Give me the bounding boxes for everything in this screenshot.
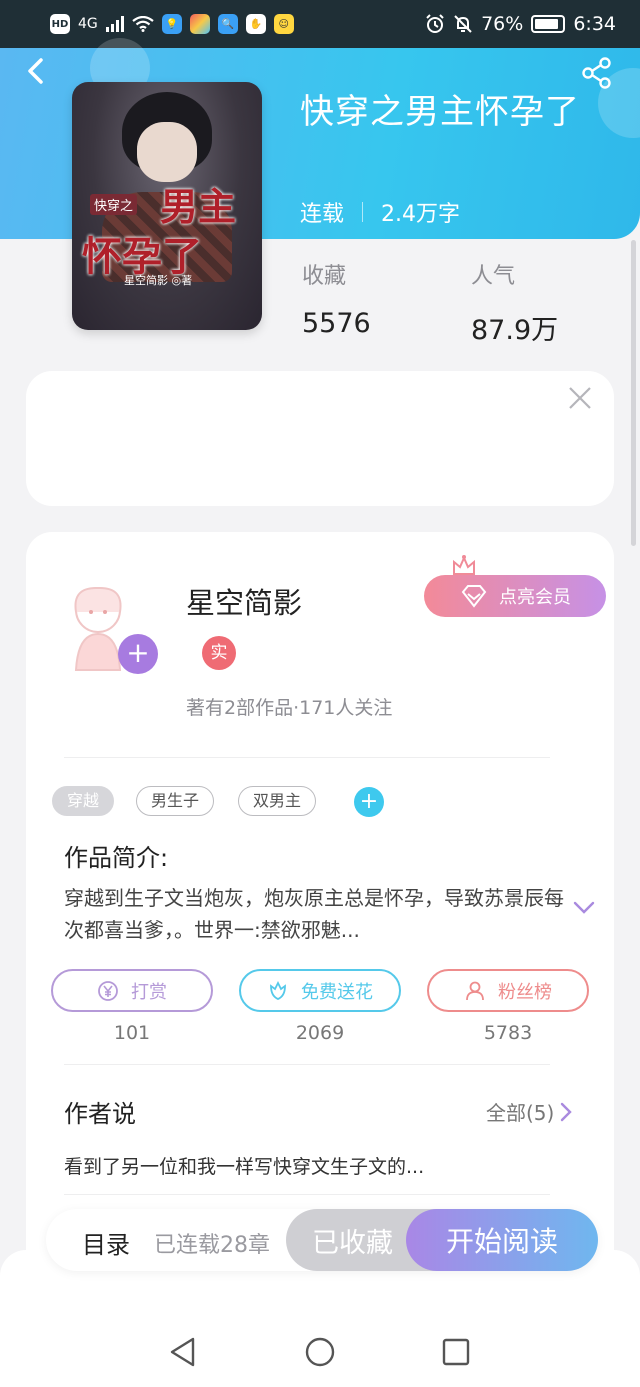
cover-small-title: 快穿之 <box>90 194 138 215</box>
tip-count: 101 <box>113 1022 151 1044</box>
alarm-icon <box>426 14 444 33</box>
fan-count: 5783 <box>483 1022 533 1044</box>
follow-author-button[interactable]: + <box>118 634 158 674</box>
cover-author: 星空简影 ◎著 <box>124 274 193 287</box>
chevron-right-icon <box>561 1102 573 1121</box>
stat-label: 收藏 <box>302 264 347 289</box>
tag-nanshengzi[interactable]: 男生子 <box>136 786 215 816</box>
banner-card <box>26 371 614 506</box>
share-button[interactable] <box>580 56 614 90</box>
close-banner-button[interactable] <box>566 384 594 412</box>
wifi-icon <box>132 16 154 32</box>
hd-icon: HD <box>50 14 70 34</box>
author-says-all-link[interactable]: 全部(5) <box>486 1097 573 1126</box>
status-left: HD 4G 💡 🔍 ✋ ☺ <box>50 14 294 34</box>
tag-chuanyue[interactable]: 穿越 <box>52 786 115 816</box>
intro-title: 作品简介: <box>64 844 169 872</box>
author-summary: 著有2部作品·171人关注 <box>186 697 393 719</box>
chevron-down-icon[interactable] <box>572 900 596 916</box>
verified-badge: 实 <box>202 636 236 670</box>
nav-recents-icon[interactable] <box>440 1336 472 1368</box>
cover-title-line-1: 男主 <box>160 184 237 229</box>
yen-coin-icon <box>98 980 118 1001</box>
status-bar: HD 4G 💡 🔍 ✋ ☺ 76% 6:34 <box>0 0 640 48</box>
vip-button[interactable]: 点亮会员 <box>424 575 606 617</box>
divider <box>64 1064 550 1065</box>
fan-ranking-label: 粉丝榜 <box>498 981 552 1003</box>
vip-label: 点亮会员 <box>499 587 571 608</box>
mute-icon <box>454 15 472 33</box>
battery-percent: 76% <box>481 13 524 35</box>
word-count: 2.4万字 <box>381 202 461 227</box>
book-meta: 连载 2.4万字 <box>300 196 460 228</box>
author-says-title: 作者说 <box>64 1100 136 1128</box>
chapter-count[interactable]: 已连载28章 <box>154 1227 270 1259</box>
tip-label: 打赏 <box>131 981 167 1003</box>
search-app-icon: 🔍 <box>217 14 238 34</box>
divider <box>64 1194 550 1195</box>
tip-button[interactable]: 打赏 <box>51 969 213 1012</box>
intro-text[interactable]: 穿越到生子文当炮灰，炮灰原主总是怀孕，导致苏景辰每次都喜当爹，。世界一:禁欲邪魅… <box>64 882 564 946</box>
author-says-preview[interactable]: 看到了另一位和我一样写快穿文生子文的... <box>64 1152 424 1179</box>
user-icon <box>466 981 484 1000</box>
author-says-all-label: 全部(5) <box>486 1101 555 1125</box>
hand-app-icon: ✋ <box>245 14 266 34</box>
bulb-app-icon: 💡 <box>161 14 182 34</box>
diamond-icon <box>461 585 487 608</box>
status-right: 76% 6:34 <box>425 13 616 35</box>
nav-home-icon[interactable] <box>304 1336 336 1368</box>
battery-icon <box>531 15 566 33</box>
network-4g-icon: 4G <box>78 16 98 32</box>
back-button[interactable] <box>22 56 52 86</box>
start-reading-button[interactable]: 开始阅读 <box>406 1209 598 1271</box>
meta-divider <box>362 202 364 222</box>
stat-value: 5576 <box>302 308 371 339</box>
close-icon <box>569 387 591 409</box>
scrollbar[interactable] <box>631 240 636 546</box>
stat-label: 人气 <box>471 264 516 289</box>
stat-favorites: 收藏 5576 <box>302 258 371 339</box>
stat-value: 87.9万 <box>471 315 559 346</box>
book-title: 快穿之男主怀孕了 <box>300 92 580 132</box>
stat-popularity: 人气 87.9万 <box>471 258 558 347</box>
chevron-left-icon <box>28 58 43 84</box>
toc-button[interactable]: 目录 <box>82 1225 130 1260</box>
author-name[interactable]: 星空简影 <box>186 580 302 622</box>
send-flower-label: 免费送花 <box>301 981 373 1003</box>
flower-count: 2069 <box>295 1022 345 1044</box>
fan-ranking-button[interactable]: 粉丝榜 <box>427 969 589 1012</box>
send-flower-button[interactable]: 免费送花 <box>239 969 401 1012</box>
share-icon <box>582 57 611 89</box>
serial-status: 连载 <box>300 202 345 227</box>
nav-back-icon[interactable] <box>167 1336 199 1368</box>
tag-shuangnanzhu[interactable]: 双男主 <box>238 786 317 816</box>
clock: 6:34 <box>573 13 616 35</box>
divider <box>64 757 550 758</box>
chat-app-icon: ☺ <box>273 14 294 34</box>
add-tag-button[interactable]: + <box>354 787 384 817</box>
grid-app-icon <box>189 14 210 34</box>
flower-icon <box>270 980 286 1000</box>
signal-icon <box>105 16 124 32</box>
